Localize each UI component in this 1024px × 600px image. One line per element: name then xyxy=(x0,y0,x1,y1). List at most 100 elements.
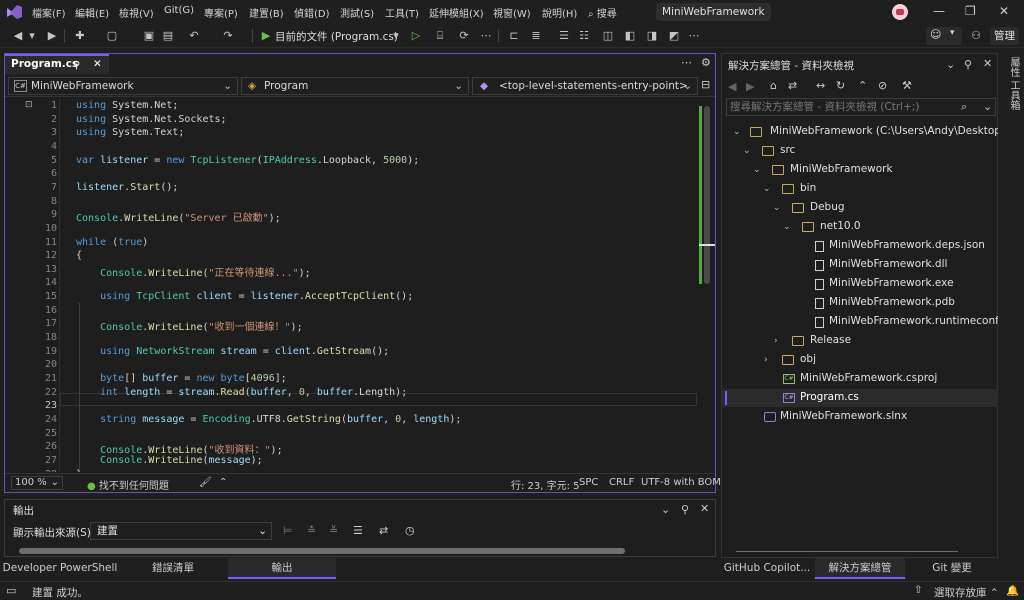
tree-item-slnx[interactable]: MiniWebFramework.slnx xyxy=(780,410,907,422)
encoding-indicator[interactable]: UTF-8 with BOM xyxy=(641,477,721,488)
find-icon[interactable]: ⊨ xyxy=(283,524,293,537)
show-all-files-icon[interactable]: ⊘ xyxy=(878,79,887,92)
minimize-icon[interactable]: — xyxy=(933,4,945,18)
save-icon[interactable]: ▣ xyxy=(141,28,157,44)
chevron-down-icon[interactable]: ▾ xyxy=(24,28,40,44)
tree-item-csproj[interactable]: MiniWebFramework.csproj xyxy=(800,372,937,384)
properties-icon[interactable]: ⚒ xyxy=(902,79,912,92)
clear-all-icon[interactable]: ☰ xyxy=(353,524,363,537)
tree-item-release[interactable]: Release xyxy=(810,334,851,346)
code-line[interactable]: byte[] buffer = new byte[4096]; xyxy=(76,373,287,384)
restore-icon[interactable]: ❐ xyxy=(965,4,976,18)
word-wrap-icon[interactable]: ⇄ xyxy=(379,524,388,537)
prev-bookmark-icon[interactable]: ◧ xyxy=(622,28,638,44)
visual-studio-logo-icon[interactable] xyxy=(5,4,23,20)
indent-icon[interactable]: ☰ xyxy=(556,28,572,44)
menu-file[interactable]: 檔案(F) xyxy=(32,5,66,20)
bookmark-icon[interactable]: ◫ xyxy=(600,28,616,44)
new-file-icon[interactable]: ▢ xyxy=(104,28,120,44)
code-line[interactable]: using TcpClient client = listener.Accept… xyxy=(76,291,413,302)
close-panel-icon[interactable]: ✕ xyxy=(983,57,992,70)
tree-item-pdb[interactable]: MiniWebFramework.pdb xyxy=(829,296,955,308)
menu-window[interactable]: 視窗(W) xyxy=(493,5,531,20)
code-line[interactable]: while (true) xyxy=(76,237,148,248)
clock-icon[interactable]: ◷ xyxy=(405,524,415,537)
code-line[interactable]: var listener = new TcpListener(IPAddress… xyxy=(76,155,419,166)
run-icon[interactable]: ▶ xyxy=(258,28,274,44)
code-area[interactable]: ⊡ 1 using System.Net; 2 using System.Net.So… xyxy=(5,98,699,472)
refresh-icon[interactable]: ↻ xyxy=(836,79,845,92)
menu-help[interactable]: 說明(H) xyxy=(542,5,577,20)
tree-item-deps-json[interactable]: MiniWebFramework.deps.json xyxy=(829,239,985,251)
code-line[interactable]: using NetworkStream stream = client.GetS… xyxy=(76,346,389,357)
avatar[interactable] xyxy=(892,4,908,20)
member-dropdown[interactable]: ◆ <top-level-statements-entry-point> ⌄ xyxy=(472,77,698,95)
pin-icon[interactable]: ⚲ xyxy=(964,58,972,71)
run-target-label[interactable]: 目前的文件 (Program.cs) xyxy=(275,29,398,44)
outdent-icon[interactable]: ☷ xyxy=(576,28,592,44)
brush-icon[interactable]: 🖌 xyxy=(199,477,212,488)
horizontal-scrollbar[interactable] xyxy=(736,551,958,552)
pin-icon[interactable]: ⚲ xyxy=(73,57,80,74)
tree-item-dll[interactable]: MiniWebFramework.dll xyxy=(829,258,947,270)
code-line[interactable]: listener.Start(); xyxy=(76,182,178,193)
tab-git-changes[interactable]: Git 變更 xyxy=(907,558,997,579)
live-share-icon[interactable]: ⚇ xyxy=(968,28,984,44)
tree-item-root[interactable]: MiniWebFramework (C:\Users\Andy\Desktop\… xyxy=(770,125,998,137)
expand-chevron-icon[interactable]: ⌄ xyxy=(733,127,741,137)
zoom-dropdown[interactable]: 100 % ⌄ xyxy=(11,476,63,490)
issues-indicator[interactable]: ● 找不到任何問題 xyxy=(87,477,169,492)
next-message-icon[interactable]: ≚ xyxy=(329,524,338,537)
save-all-icon[interactable]: ▤ xyxy=(160,28,176,44)
tab-overflow-icon[interactable]: ⋯ xyxy=(681,56,692,69)
code-line[interactable]: using System.Text; xyxy=(76,127,184,138)
switch-views-icon[interactable]: ⇄ xyxy=(788,79,797,92)
back-icon[interactable]: ◀ xyxy=(728,80,736,93)
tab-output[interactable]: 輸出 xyxy=(228,558,336,579)
menu-build[interactable]: 建置(B) xyxy=(249,5,284,20)
code-line[interactable]: Console.WriteLine(message); xyxy=(76,455,263,466)
chevron-down-icon[interactable]: ▾ xyxy=(388,28,404,44)
menu-git[interactable]: Git(G) xyxy=(164,5,194,16)
sync-icon[interactable]: ↔ xyxy=(816,79,825,92)
code-line[interactable]: using System.Net.Sockets; xyxy=(76,114,227,125)
expand-chevron-icon[interactable]: ⌄ xyxy=(763,184,771,194)
collapse-chevron-icon[interactable]: › xyxy=(764,355,768,365)
prev-message-icon[interactable]: ≛ xyxy=(307,524,316,537)
clear-bookmark-icon[interactable]: ◩ xyxy=(666,28,682,44)
notifications-icon[interactable]: 🔔 xyxy=(1006,584,1019,597)
whitespace-indicator[interactable]: SPC xyxy=(579,477,598,488)
run-without-debug-icon[interactable]: ▷ xyxy=(408,28,424,44)
search-button[interactable]: ⌕ 搜尋 xyxy=(588,5,617,20)
manage-button[interactable]: 管理 xyxy=(990,27,1019,45)
vertical-scrollbar[interactable] xyxy=(699,98,715,472)
tree-item-obj[interactable]: obj xyxy=(800,353,816,365)
format-icon[interactable]: ≣ xyxy=(528,28,544,44)
code-line[interactable]: } xyxy=(76,469,82,472)
more-icon[interactable]: ⋯ xyxy=(478,28,494,44)
menu-project[interactable]: 專案(P) xyxy=(204,5,238,20)
gear-icon[interactable]: ⚙ xyxy=(701,56,711,69)
expand-chevron-icon[interactable]: ⌄ xyxy=(743,146,751,156)
search-icon[interactable]: ⌕ xyxy=(961,100,967,114)
collapse-chevron-icon[interactable]: › xyxy=(774,336,778,346)
tree-item-net10[interactable]: net10.0 xyxy=(820,220,861,232)
code-line[interactable]: { xyxy=(76,250,82,261)
home-icon[interactable]: ⌂ xyxy=(770,79,777,92)
solution-search-box[interactable]: ⌕ ⌄ xyxy=(726,98,996,116)
cursor-position[interactable]: 行: 23, 字元: 5 xyxy=(511,477,580,492)
tree-item-runtimeconfig[interactable]: MiniWebFramework.runtimeconfig.json xyxy=(829,315,998,327)
menu-view[interactable]: 檢視(V) xyxy=(119,5,154,20)
menu-edit[interactable]: 編輯(E) xyxy=(75,5,109,20)
menu-test[interactable]: 測試(S) xyxy=(340,5,374,20)
chevron-down-icon[interactable]: ⌄ xyxy=(661,503,670,516)
copilot-button[interactable]: ☺ ▾ xyxy=(926,27,962,45)
tree-item-debug[interactable]: Debug xyxy=(810,201,845,213)
horizontal-scrollbar[interactable] xyxy=(19,548,625,554)
tree-item-program-cs[interactable]: Program.cs xyxy=(800,391,859,403)
code-line[interactable]: Console.WriteLine("Server 已啟動"); xyxy=(76,209,281,224)
next-bookmark-icon[interactable]: ◨ xyxy=(644,28,660,44)
hot-reload-icon[interactable]: ⟳ xyxy=(456,28,472,44)
tab-developer-powershell[interactable]: Developer PowerShell xyxy=(0,558,120,579)
code-line[interactable]: string message = Encoding.UTF8.GetString… xyxy=(76,414,461,425)
